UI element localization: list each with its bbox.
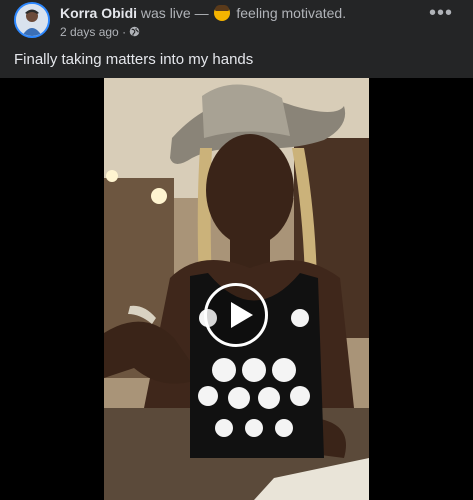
post-title-line: Korra Obidi was live — feeling motivated… [60, 5, 346, 21]
play-icon [231, 302, 253, 328]
smiling-face-icon [214, 5, 231, 21]
post-header: Korra Obidi was live — feeling motivated… [0, 0, 473, 78]
play-button[interactable] [204, 283, 268, 347]
timestamp[interactable]: 2 days ago [60, 25, 119, 39]
more-options-icon[interactable]: ••• [427, 3, 455, 26]
avatar[interactable] [14, 2, 50, 38]
post-meta: 2 days ago · [60, 25, 140, 39]
activity-text: was live — [140, 5, 209, 21]
post-text: Finally taking matters into my hands [14, 51, 254, 68]
video-container [0, 78, 473, 500]
author-name[interactable]: Korra Obidi [60, 5, 137, 21]
video-player[interactable] [104, 78, 369, 500]
meta-separator: · [122, 25, 127, 39]
feeling-text: feeling motivated. [236, 5, 347, 21]
globe-icon [129, 26, 140, 37]
